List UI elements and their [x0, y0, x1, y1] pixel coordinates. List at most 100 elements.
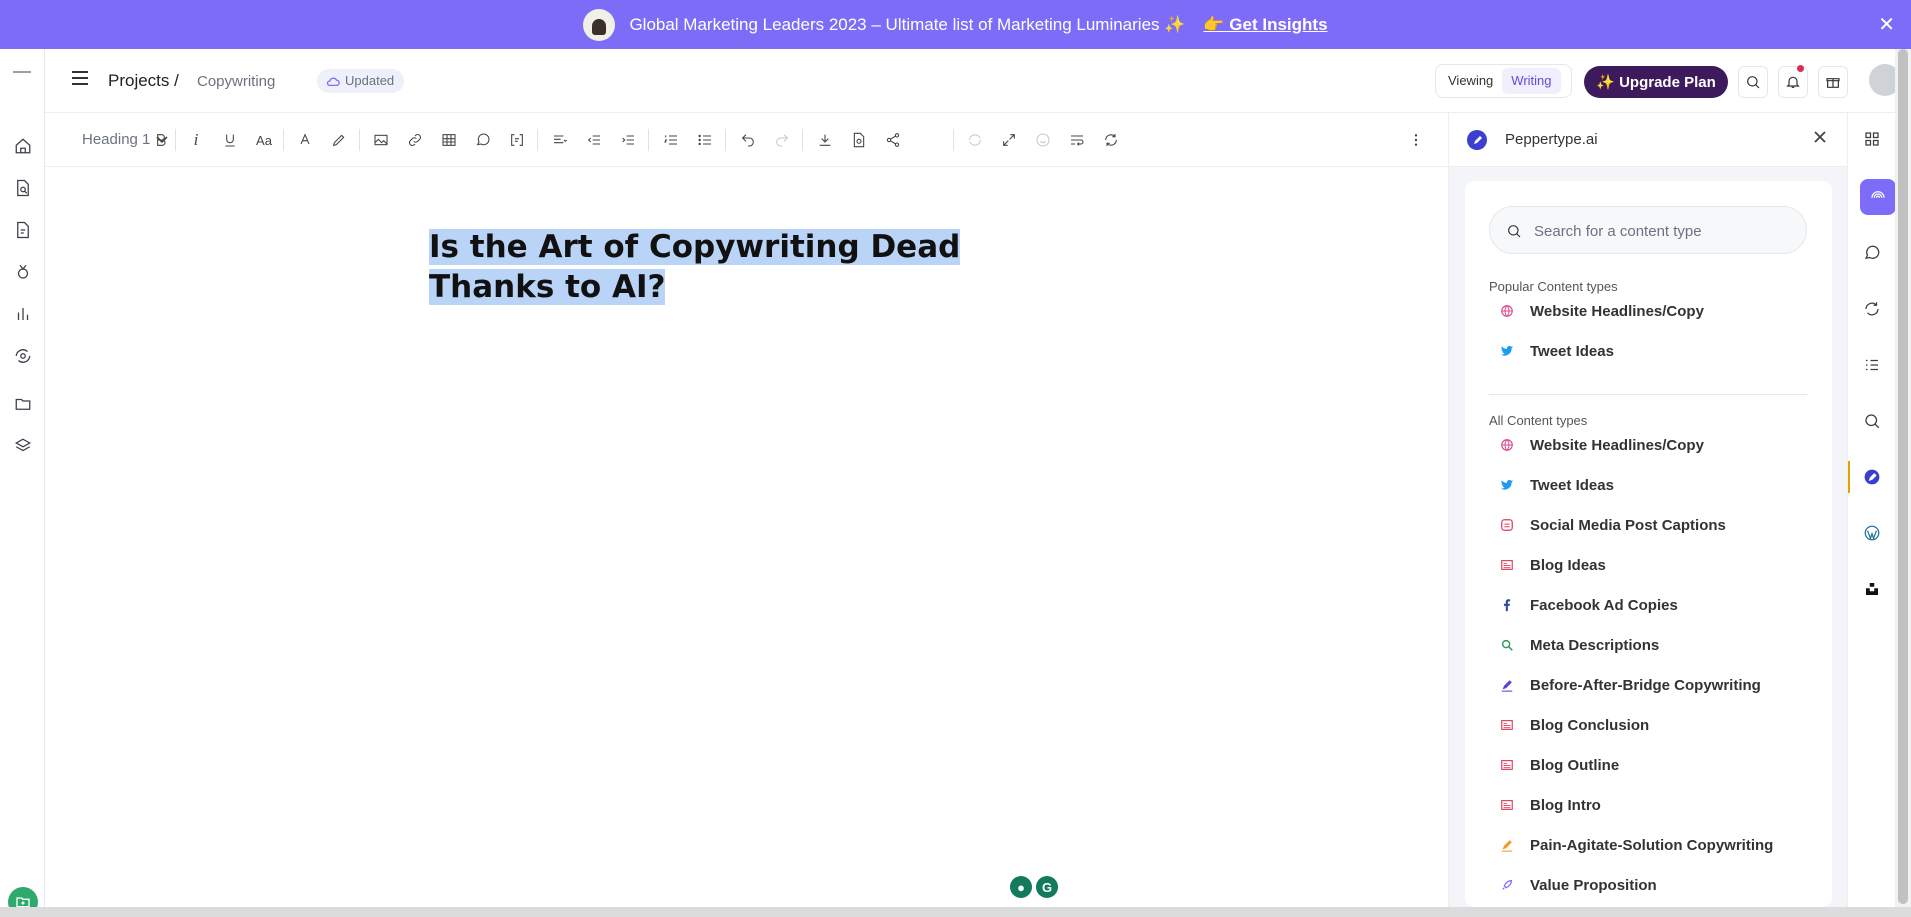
text-wrap-button[interactable]	[1067, 130, 1087, 150]
content-search-input[interactable]	[1534, 220, 1794, 242]
document-edit-icon[interactable]	[12, 219, 34, 241]
undo-button[interactable]	[738, 130, 758, 150]
link-button[interactable]	[405, 130, 425, 150]
panel-title: Peppertype.ai	[1505, 131, 1598, 148]
underline-button[interactable]	[220, 130, 240, 150]
search-button[interactable]	[1738, 66, 1768, 98]
list-item-label: Blog Intro	[1530, 796, 1601, 814]
blog-icon	[1497, 715, 1517, 735]
list-item[interactable]: Before-After-Bridge Copywriting	[1489, 670, 1807, 700]
download-button[interactable]	[815, 130, 835, 150]
section-divider	[1489, 394, 1807, 395]
share-button[interactable]	[883, 130, 903, 150]
top-header: Projects / Copywriting Updated Viewing W…	[45, 49, 1911, 113]
underline-icon	[225, 134, 235, 147]
cloud-icon	[326, 77, 340, 87]
horizontal-scrollbar[interactable]	[0, 907, 1911, 917]
research-icon[interactable]	[1861, 410, 1883, 432]
list-item[interactable]: Blog Outline	[1489, 750, 1807, 780]
list-item[interactable]: Facebook Ad Copies	[1489, 590, 1807, 620]
rewrite-icon[interactable]	[1861, 298, 1883, 320]
list-check-icon[interactable]	[1861, 354, 1883, 376]
redo-button[interactable]	[772, 130, 792, 150]
peppertype-icon[interactable]	[1861, 466, 1883, 488]
sync-eye-icon[interactable]	[12, 345, 34, 367]
menu-icon[interactable]	[72, 71, 88, 85]
list-item-label: Blog Ideas	[1530, 556, 1606, 574]
align-left-icon	[554, 135, 568, 144]
highlight-button[interactable]	[329, 130, 349, 150]
blog-icon	[1497, 755, 1517, 775]
image-button[interactable]	[371, 130, 391, 150]
breadcrumb-projects[interactable]: Projects /	[108, 71, 179, 91]
editor-canvas[interactable]: Is the Art of Copywriting Dead Thanks to…	[45, 167, 1448, 907]
close-banner-icon[interactable]: ✕	[1878, 12, 1895, 37]
numbered-list-button[interactable]	[661, 130, 681, 150]
lightbulb-icon[interactable]: ●	[1010, 876, 1032, 898]
content-search-box	[1489, 206, 1807, 254]
list-item[interactable]: Tweet Ideas	[1489, 470, 1807, 500]
outdent-button[interactable]	[584, 130, 604, 150]
app-logo[interactable]	[13, 71, 31, 73]
layers-icon[interactable]	[12, 435, 34, 457]
upgrade-plan-button[interactable]: ✨ Upgrade Plan	[1584, 66, 1728, 98]
list-item-label: Tweet Ideas	[1530, 342, 1614, 360]
award-icon[interactable]	[12, 261, 34, 283]
wordpress-icon[interactable]	[1861, 522, 1883, 544]
sync-button[interactable]	[1101, 130, 1121, 150]
home-icon[interactable]	[12, 135, 34, 157]
list-item-label: Meta Descriptions	[1530, 636, 1660, 654]
analytics-icon[interactable]	[12, 303, 34, 325]
mode-writing-button[interactable]: Writing	[1502, 68, 1561, 94]
more-options-button[interactable]	[1406, 130, 1426, 150]
list-item[interactable]: Blog Ideas	[1489, 550, 1807, 580]
citation-button[interactable]	[507, 130, 527, 150]
selected-title-text[interactable]: Is the Art of Copywriting Dead Thanks to…	[429, 229, 961, 305]
smile-icon	[1036, 133, 1050, 147]
blog-icon	[1497, 795, 1517, 815]
list-item[interactable]: Pain-Agitate-Solution Copywriting	[1489, 830, 1807, 860]
italic-button[interactable]: i	[186, 130, 206, 150]
list-item[interactable]: Website Headlines/Copy	[1489, 296, 1807, 326]
vertical-scrollbar[interactable]	[1895, 49, 1911, 907]
apps-grid-icon[interactable]	[1861, 128, 1883, 150]
list-item[interactable]: Tweet Ideas	[1489, 336, 1807, 366]
document-search-icon[interactable]	[12, 177, 34, 199]
twitter-icon	[1497, 475, 1517, 495]
list-item[interactable]: Blog Intro	[1489, 790, 1807, 820]
gift-button[interactable]	[1818, 66, 1848, 98]
unsplash-icon[interactable]	[1861, 578, 1883, 600]
list-item[interactable]: Website Headlines/Copy	[1489, 430, 1807, 460]
plagiarism-check-button[interactable]	[849, 130, 869, 150]
indent-button[interactable]	[618, 130, 638, 150]
font-size-button[interactable]: Aa	[254, 130, 274, 150]
list-item[interactable]: Meta Descriptions	[1489, 630, 1807, 660]
list-item-label: Website Headlines/Copy	[1530, 302, 1704, 320]
mode-viewing-button[interactable]: Viewing	[1439, 68, 1502, 94]
scrollbar-thumb[interactable]	[1898, 49, 1908, 904]
refresh-button[interactable]	[965, 130, 985, 150]
list-item[interactable]: Value Proposition	[1489, 870, 1807, 900]
align-button[interactable]	[550, 130, 570, 150]
document-title[interactable]: Is the Art of Copywriting Dead Thanks to…	[429, 227, 1069, 307]
table-button[interactable]	[439, 130, 459, 150]
notifications-button[interactable]	[1778, 65, 1808, 98]
grammarly-icon[interactable]: G	[1036, 876, 1058, 898]
numbered-list-icon	[664, 135, 677, 145]
notification-dot	[1797, 65, 1804, 72]
get-insights-link[interactable]: 👉 Get Insights	[1203, 15, 1327, 35]
emoji-button[interactable]	[1033, 130, 1053, 150]
comment-button[interactable]	[473, 130, 493, 150]
close-panel-icon[interactable]	[1812, 129, 1830, 147]
text-color-button[interactable]	[295, 130, 315, 150]
popular-section-label: Popular Content types	[1489, 279, 1618, 294]
folder-icon[interactable]	[12, 393, 34, 415]
list-item-label: Tweet Ideas	[1530, 476, 1614, 494]
list-item-label: Social Media Post Captions	[1530, 516, 1726, 534]
list-item[interactable]: Blog Conclusion	[1489, 710, 1807, 740]
list-item[interactable]: Social Media Post Captions	[1489, 510, 1807, 540]
bullet-list-button[interactable]	[695, 130, 715, 150]
bold-button[interactable]	[151, 130, 171, 150]
chat-icon[interactable]	[1861, 242, 1883, 264]
expand-button[interactable]	[999, 130, 1019, 150]
